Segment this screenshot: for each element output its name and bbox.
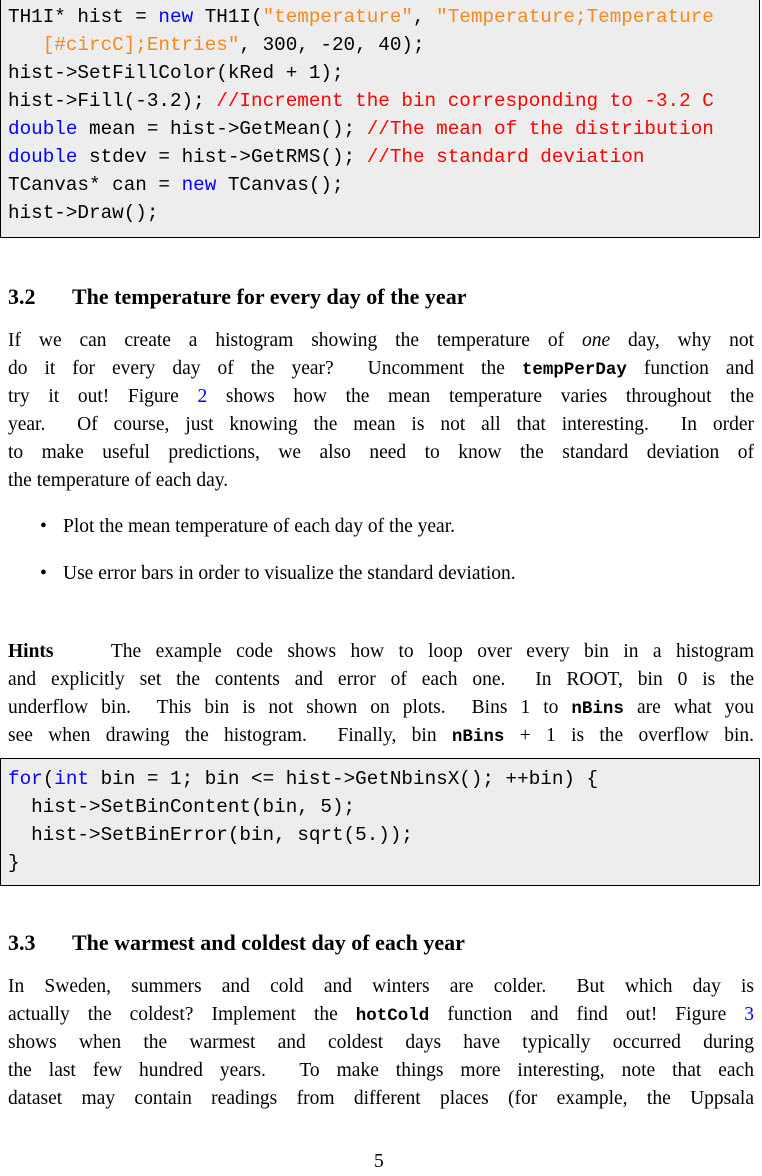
code-text: hist->SetBinError(bin, sqrt(5.));: [8, 824, 413, 846]
section-number: 3.3: [8, 930, 36, 955]
inline-code: tempPerDay: [521, 360, 627, 380]
code-comment: //The mean of the distribution: [366, 118, 714, 140]
code-text: ,: [413, 6, 437, 28]
inline-code: hotCold: [355, 1006, 430, 1026]
text-span: In Sweden, summers and cold and winters …: [8, 976, 754, 997]
text-line: Hints The example code shows how to loop…: [8, 638, 754, 666]
text-line: the temperature of each day.: [8, 467, 754, 495]
code-line: hist->SetFillColor(kRed + 1);: [8, 59, 344, 87]
code-line: TCanvas* can = new TCanvas();: [8, 171, 344, 199]
code-line: double stdev = hist->GetRMS(); //The sta…: [8, 143, 644, 171]
code-text: TCanvas();: [216, 174, 344, 196]
figure-reference-link[interactable]: 3: [744, 1004, 754, 1025]
code-text: }: [8, 852, 20, 874]
section-title: The warmest and coldest day of each year: [72, 930, 465, 955]
text-line: do it for every day of the year? Uncomme…: [8, 355, 754, 383]
section-title: The temperature for every day of the yea…: [72, 284, 467, 309]
text-span: year. Of course, just knowing the mean i…: [8, 414, 754, 435]
figure-reference-link[interactable]: 2: [197, 386, 207, 407]
text-span: the temperature of each day.: [8, 470, 229, 491]
code-line: hist->SetBinError(bin, sqrt(5.));: [8, 821, 413, 849]
code-text: stdev = hist->GetRMS();: [77, 146, 367, 168]
code-text: TH1I(: [193, 6, 263, 28]
code-keyword: double: [8, 118, 78, 140]
text-line: see when drawing the histogram. Finally,…: [8, 722, 754, 750]
inline-code: nBins: [451, 727, 505, 747]
text-span: function and: [626, 358, 754, 379]
text-line: underflow bin. This bin is not shown on …: [8, 694, 754, 722]
code-block-1: TH1I* hist = new TH1I("temperature", "Te…: [0, 0, 760, 238]
text-span: If we can create a histogram showing the…: [8, 330, 582, 351]
text-span: one: [581, 330, 611, 351]
code-text: bin = 1; bin <= hist->GetNbinsX(); ++bin…: [89, 768, 599, 790]
text-line: the last few hundred years. To make thin…: [8, 1057, 754, 1085]
text-line: to make useful predictions, we also need…: [8, 439, 754, 467]
code-text: , 300, -20, 40);: [239, 34, 425, 56]
code-line: TH1I* hist = new TH1I("temperature", "Te…: [8, 3, 714, 31]
text-line: try it out! Figure 2 shows how the mean …: [8, 383, 754, 411]
text-span: shows when the warmest and coldest days …: [8, 1032, 754, 1053]
text-span: to make useful predictions, we also need…: [8, 442, 754, 463]
code-keyword: int: [54, 768, 90, 790]
code-line: hist->Draw();: [8, 199, 158, 227]
text-span: are what you: [623, 697, 754, 718]
code-text: mean = hist->GetMean();: [77, 118, 367, 140]
code-text: hist->Fill(-3.2);: [8, 90, 217, 112]
bullet-icon: •: [40, 516, 47, 537]
text-span: actually the coldest? Implement the: [8, 1004, 356, 1025]
text-line: In Sweden, summers and cold and winters …: [8, 973, 754, 1001]
code-text: hist->SetBinContent(bin, 5);: [8, 796, 356, 818]
code-line: double mean = hist->GetMean(); //The mea…: [8, 115, 714, 143]
text-span: function and find out! Figure: [429, 1004, 745, 1025]
text-span: Hints: [8, 641, 54, 662]
bullet-text: Use error bars in order to visualize the…: [63, 563, 516, 584]
code-text: TH1I* hist =: [8, 6, 159, 28]
code-block-2: for(int bin = 1; bin <= hist->GetNbinsX(…: [0, 758, 760, 886]
text-span: day, why not: [610, 330, 755, 351]
section-number: 3.2: [8, 284, 36, 309]
code-keyword: new: [181, 174, 217, 196]
page-number: 5: [374, 1151, 384, 1172]
code-keyword: new: [158, 6, 194, 28]
text-span: dataset may contain readings from differ…: [8, 1088, 754, 1109]
bullet-icon: •: [40, 563, 47, 584]
text-line: shows when the warmest and coldest days …: [8, 1029, 754, 1057]
bullet-text: Plot the mean temperature of each day of…: [63, 516, 455, 537]
text-span: + 1 is the overflow bin.: [504, 725, 754, 746]
code-string: [#circC];Entries": [8, 34, 240, 56]
text-span: the last few hundred years. To make thin…: [8, 1060, 754, 1081]
text-span: underflow bin. This bin is not shown on …: [8, 697, 572, 718]
text-span: do it for every day of the year? Uncomme…: [8, 358, 522, 379]
code-text: hist->Draw();: [8, 202, 159, 224]
text-line: and explicitly set the contents and erro…: [8, 666, 754, 694]
code-line: for(int bin = 1; bin <= hist->GetNbinsX(…: [8, 765, 598, 793]
text-span: see when drawing the histogram. Finally,…: [8, 725, 452, 746]
text-span: shows how the mean temperature varies th…: [207, 386, 755, 407]
code-keyword: double: [8, 146, 78, 168]
code-line: hist->SetBinContent(bin, 5);: [8, 793, 355, 821]
code-keyword: for: [8, 768, 43, 790]
text-line: dataset may contain readings from differ…: [8, 1085, 754, 1113]
code-comment: //The standard deviation: [366, 146, 645, 168]
inline-code: nBins: [571, 699, 624, 719]
code-text: TCanvas* can =: [8, 174, 182, 196]
code-line: hist->Fill(-3.2); //Increment the bin co…: [8, 87, 714, 115]
text-line: year. Of course, just knowing the mean i…: [8, 411, 754, 439]
text-span: try it out! Figure: [8, 386, 198, 407]
code-string: "Temperature;Temperature: [436, 6, 714, 28]
text-span: and explicitly set the contents and erro…: [8, 669, 754, 690]
code-text: (: [42, 768, 55, 790]
code-line: [#circC];Entries", 300, -20, 40);: [8, 31, 425, 59]
text-span: The example code shows how to loop over …: [53, 641, 754, 662]
text-line: actually the coldest? Implement the hotC…: [8, 1001, 754, 1029]
code-text: hist->SetFillColor(kRed + 1);: [8, 62, 344, 84]
code-string: "temperature": [262, 6, 413, 28]
text-line: If we can create a histogram showing the…: [8, 327, 754, 355]
code-line: }: [8, 849, 20, 877]
code-comment: //Increment the bin corresponding to -3.…: [216, 90, 714, 112]
